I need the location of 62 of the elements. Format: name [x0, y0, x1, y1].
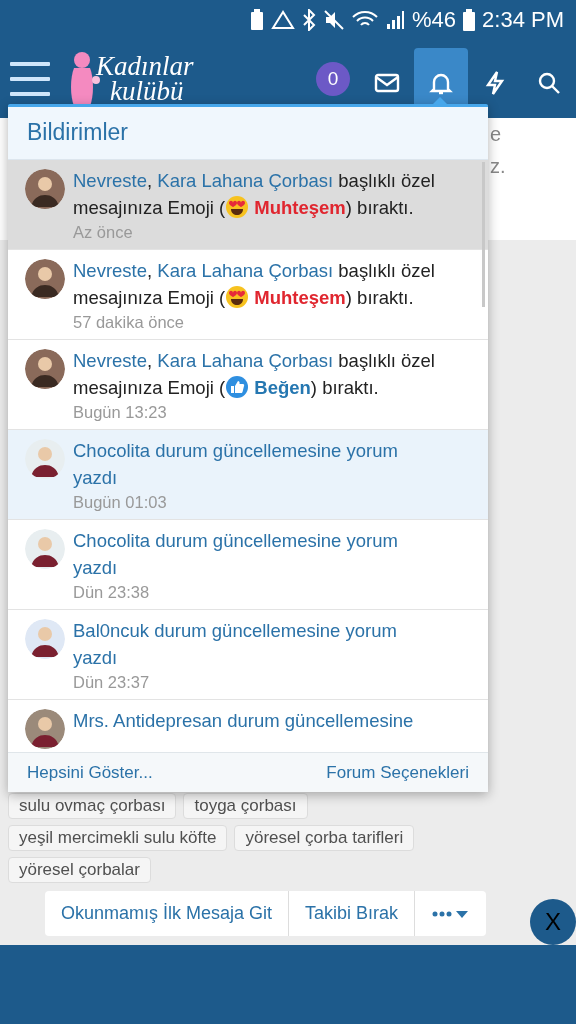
- logo-text[interactable]: Kadınlar kulübü: [96, 54, 194, 104]
- user-link[interactable]: Nevreste: [73, 260, 148, 281]
- avatar: [25, 619, 65, 659]
- notification-item[interactable]: Chocolita durum güncellemesine yorum yazdı Dün 23:38: [8, 520, 488, 610]
- thread-link[interactable]: Kara Lahana Çorbası: [157, 170, 334, 191]
- bluetooth-icon: [302, 9, 316, 31]
- tag[interactable]: yöresel çorba tarifleri: [234, 825, 415, 851]
- post-text: z.: [490, 154, 507, 179]
- user-link[interactable]: Nevreste: [73, 170, 148, 191]
- post-text: e: [490, 122, 503, 147]
- avatar: [25, 709, 65, 749]
- notification-text: Nevreste, Kara Lahana Çorbası başlıklı özel mesajınıza Emoji ( Muhteşem) bıraktı.: [73, 169, 436, 221]
- notification-link[interactable]: Chocolita durum güncellemesine yorum yazdı: [73, 527, 441, 581]
- notification-time: Dün 23:38: [73, 582, 151, 603]
- tag[interactable]: yöresel çorbalar: [8, 857, 151, 883]
- clock: 2:34 PM: [482, 7, 564, 33]
- panel-title: Bildirimler: [8, 107, 488, 160]
- notification-time: Dün 23:37: [73, 672, 151, 693]
- notification-text: Nevreste, Kara Lahana Çorbası başlıklı özel mesajınıza Emoji ( Muhteşem) bıraktı.: [73, 259, 436, 311]
- more-button[interactable]: [415, 891, 487, 936]
- notification-time: 57 dakika önce: [73, 312, 185, 333]
- tag[interactable]: yeşil mercimekli sulu köfte: [8, 825, 228, 851]
- notification-time: Bugün 01:03: [73, 492, 168, 513]
- tag[interactable]: toyga çorbası: [183, 793, 308, 819]
- thread-link[interactable]: Kara Lahana Çorbası: [157, 350, 334, 371]
- notification-item[interactable]: Nevreste, Kara Lahana Çorbası başlıklı özel mesajınıza Emoji ( Muhteşem) bıraktı. Az önce: [8, 160, 488, 250]
- thread-link[interactable]: Kara Lahana Çorbası: [157, 260, 334, 281]
- battery-icon: [463, 9, 476, 31]
- notification-item[interactable]: Chocolita durum güncellemesine yorum yazdı Bugün 01:03: [8, 430, 488, 520]
- avatar: [25, 259, 65, 299]
- user-link[interactable]: Nevreste: [73, 350, 148, 371]
- notification-link[interactable]: Chocolita durum güncellemesine yorum yazdı: [73, 437, 441, 491]
- heart-eyes-emoji-icon: [225, 285, 250, 309]
- thread-action-button[interactable]: Takibi Bırak: [289, 891, 416, 936]
- notification-item[interactable]: Mrs. Antidepresan durum güncellemesine: [8, 700, 488, 752]
- thread-action-button[interactable]: Okunmamış İlk Mesaja Git: [45, 891, 290, 936]
- menu-button[interactable]: [10, 62, 50, 96]
- panel-footer-link[interactable]: Hepsini Göster...: [27, 762, 153, 783]
- signal-icon: [385, 9, 405, 31]
- mute-icon: [323, 9, 345, 31]
- battery-percent: %46: [412, 7, 457, 33]
- notification-item[interactable]: Bal0ncuk durum güncellemesine yorum yazdı Dün 23:37: [8, 610, 488, 700]
- notification-item[interactable]: Nevreste, Kara Lahana Çorbası başlıklı özel mesajınıza Emoji ( Beğen) bıraktı. Bugün 13:23: [8, 340, 488, 430]
- notification-link[interactable]: Bal0ncuk durum güncellemesine yorum yazdı: [73, 617, 441, 671]
- panel-footer-link[interactable]: Forum Seçenekleri: [326, 762, 469, 783]
- conversation-count-badge[interactable]: 0: [316, 62, 350, 96]
- close-button[interactable]: X: [530, 899, 576, 945]
- avatar: [25, 439, 65, 479]
- thumbs-up-icon: [225, 375, 250, 399]
- avatar: [25, 169, 65, 209]
- notification-time: Bugün 13:23: [73, 402, 168, 423]
- notification-time: Az önce: [73, 222, 134, 243]
- battery-saver-icon: [250, 9, 264, 31]
- notification-link[interactable]: Mrs. Antidepresan durum güncellemesine: [73, 707, 441, 734]
- avatar: [25, 529, 65, 569]
- scrollbar[interactable]: [482, 162, 485, 307]
- heart-eyes-emoji-icon: [225, 195, 250, 219]
- tag[interactable]: sulu ovmaç çorbası: [8, 793, 177, 819]
- search-icon: [536, 70, 562, 96]
- notification-text: Nevreste, Kara Lahana Çorbası başlıklı özel mesajınıza Emoji ( Beğen) bıraktı.: [73, 349, 436, 401]
- avatar: [25, 349, 65, 389]
- notification-item[interactable]: Nevreste, Kara Lahana Çorbası başlıklı özel mesajınıza Emoji ( Muhteşem) bıraktı. 57 dakika önce: [8, 250, 488, 340]
